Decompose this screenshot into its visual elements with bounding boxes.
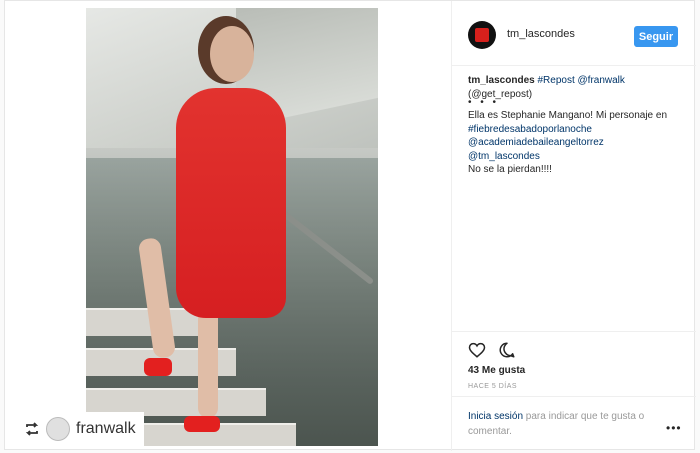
caption-line: tm_lascondes #Repost @franwalk — [468, 74, 682, 88]
photo-figure-dress — [176, 88, 286, 318]
caption-mention[interactable]: @academiadebaileangeltorrez — [468, 136, 682, 150]
post-photo[interactable] — [86, 8, 378, 446]
login-text-part: comentar. — [468, 426, 512, 437]
post-media: franwalk — [6, 2, 451, 449]
caption-hashtag[interactable]: #fiebredesabadoporlanoche — [468, 123, 682, 137]
instagram-post: franwalk tm_lascondes Seguir tm_lasconde… — [4, 0, 696, 451]
caption-mention[interactable]: @tm_lascondes — [468, 150, 682, 164]
comment-icon[interactable] — [498, 341, 516, 359]
follow-button[interactable]: Seguir — [634, 26, 678, 47]
login-link[interactable]: Inicia sesión — [468, 411, 523, 422]
author-username[interactable]: tm_lascondes — [507, 28, 575, 40]
caption-mention[interactable]: @franwalk — [578, 75, 625, 86]
heart-icon[interactable] — [468, 341, 486, 359]
repost-avatar — [46, 417, 70, 441]
repost-icon — [25, 422, 39, 436]
likes-count[interactable]: 43 Me gusta — [468, 365, 525, 376]
post-side-panel: tm_lascondes Seguir tm_lascondes #Repost… — [451, 1, 696, 451]
caption-hashtag[interactable]: #Repost — [537, 75, 574, 86]
repost-badge: franwalk — [16, 412, 144, 446]
caption-line: Ella es Stephanie Mangano! Mi personaje … — [468, 110, 668, 121]
caption-username[interactable]: tm_lascondes — [468, 75, 535, 86]
post-caption: tm_lascondes #Repost @franwalk (@get_rep… — [468, 74, 682, 177]
post-timestamp[interactable]: HACE 5 DÍAS — [468, 383, 517, 390]
post-header: tm_lascondes Seguir — [452, 1, 696, 66]
photo-figure-leg — [198, 308, 218, 418]
photo-figure-shoe — [144, 358, 172, 376]
post-actions: 43 Me gusta HACE 5 DÍAS Inicia sesión pa… — [452, 331, 696, 452]
photo-figure-shoe — [184, 416, 220, 432]
photo-figure-head — [210, 26, 254, 82]
more-options-icon[interactable]: ••• — [666, 421, 682, 435]
caption-line: No se la pierdan!!!! — [468, 164, 552, 175]
login-text-part: para indicar que te gusta o — [523, 411, 645, 422]
author-avatar[interactable] — [468, 21, 496, 49]
login-prompt-text: Inicia sesión para indicar que te gusta … — [468, 409, 658, 439]
author-avatar-logo — [475, 28, 489, 42]
repost-credit-name: franwalk — [76, 420, 136, 437]
login-prompt: Inicia sesión para indicar que te gusta … — [452, 396, 696, 453]
